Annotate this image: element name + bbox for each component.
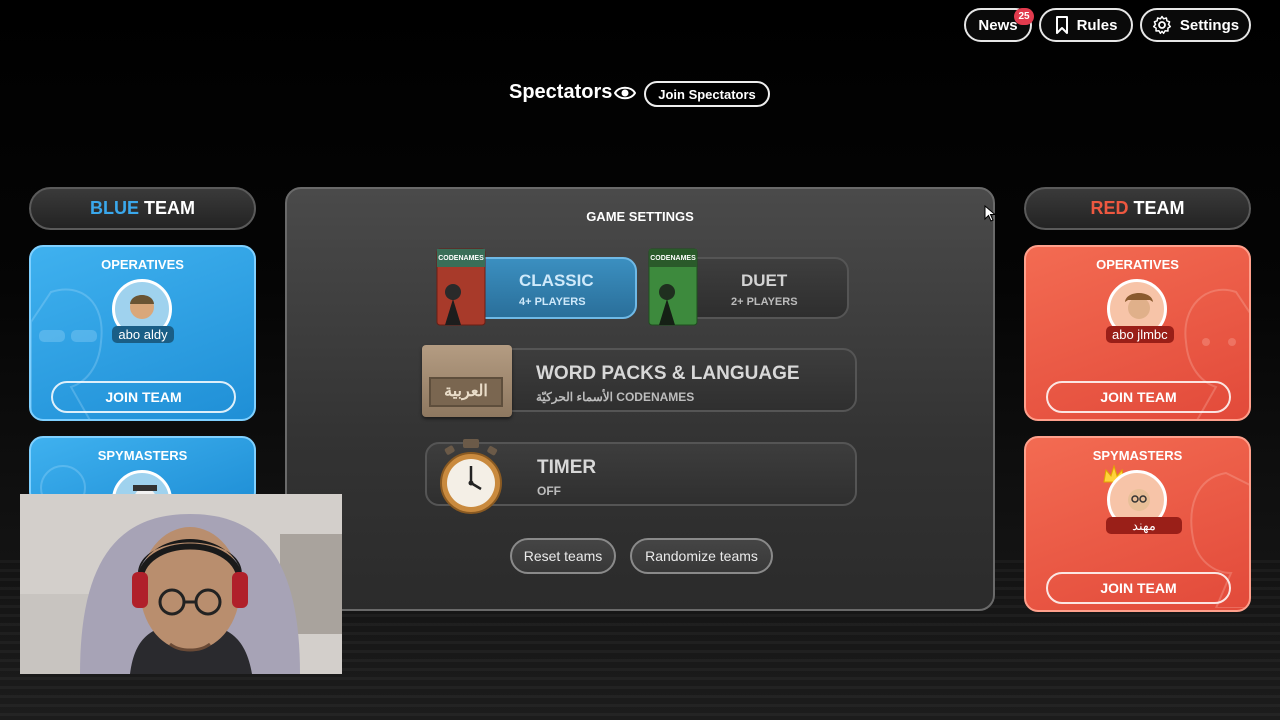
news-count-badge: 25: [1014, 8, 1034, 25]
language-flag-text: العربية: [429, 377, 503, 407]
game-settings-title: GAME SETTINGS: [586, 209, 694, 224]
red-operatives-join-button[interactable]: JOIN TEAM: [1046, 381, 1231, 413]
duet-box-label: CODENAMES: [650, 255, 696, 262]
timer-title: TIMER: [537, 457, 597, 478]
timer-value: OFF: [537, 484, 561, 498]
red-operatives-card: OPERATIVES abo jlmbc JOIN TEAM: [1024, 245, 1251, 421]
language-flag: العربية: [422, 345, 512, 417]
bookmark-icon: [1055, 16, 1068, 34]
settings-button[interactable]: Settings: [1140, 8, 1251, 42]
webcam-overlay: [20, 494, 342, 674]
red-spymasters-card: SPYMASTERS مهند JOIN TEAM: [1024, 436, 1251, 612]
settings-label: Settings: [1179, 16, 1240, 34]
game-settings-panel: GAME SETTINGS CLASSIC 4+ PLAYERS CODENAM…: [285, 187, 995, 611]
blue-operatives-card: OPERATIVES abo aldy JOIN TEAM: [29, 245, 256, 421]
blue-operative-name: abo aldy: [112, 326, 174, 343]
blue-spymasters-title: SPYMASTERS: [97, 448, 188, 463]
mouse-cursor-icon: [984, 205, 996, 222]
red-team-color-word: RED: [1090, 198, 1129, 218]
rules-button[interactable]: Rules: [1039, 8, 1133, 42]
rules-label: Rules: [1076, 16, 1118, 34]
news-label: News: [978, 16, 1018, 34]
blue-operatives-title: OPERATIVES: [101, 257, 184, 272]
word-packs-title: WORD PACKS & LANGUAGE: [536, 363, 800, 384]
red-team-header: RED TEAM: [1024, 187, 1251, 230]
spectators-title: Spectators: [509, 81, 613, 103]
join-spectators-button[interactable]: Join Spectators: [644, 81, 770, 107]
red-spymasters-join-button[interactable]: JOIN TEAM: [1046, 572, 1231, 604]
blue-team-color-word: BLUE: [90, 198, 139, 218]
webcam-feed-image: [20, 494, 342, 674]
news-button[interactable]: News 25: [964, 8, 1034, 42]
red-operative-name: abo jlmbc: [1106, 326, 1174, 343]
blue-team-header: BLUE TEAM: [29, 187, 256, 230]
stopwatch-icon: [440, 439, 502, 514]
red-spymasters-title: SPYMASTERS: [1092, 448, 1183, 463]
gear-icon: [1152, 15, 1171, 35]
word-packs-subtitle: الأسماء الحركيّة CODENAMES: [536, 390, 695, 404]
red-team-word: TEAM: [1133, 198, 1185, 218]
classic-box-label: CODENAMES: [438, 255, 484, 262]
red-operatives-title: OPERATIVES: [1096, 257, 1179, 272]
blue-operatives-join-button[interactable]: JOIN TEAM: [51, 381, 236, 413]
red-spymaster-name: مهند: [1106, 517, 1182, 534]
blue-team-word: TEAM: [144, 198, 195, 218]
duet-title: DUET: [741, 271, 788, 290]
eye-icon: [614, 86, 636, 100]
duet-subtitle: 2+ PLAYERS: [731, 296, 798, 308]
randomize-teams-button[interactable]: Randomize teams: [630, 538, 773, 574]
reset-teams-button[interactable]: Reset teams: [510, 538, 616, 574]
classic-subtitle: 4+ PLAYERS: [519, 296, 586, 308]
classic-title: CLASSIC: [519, 271, 594, 290]
